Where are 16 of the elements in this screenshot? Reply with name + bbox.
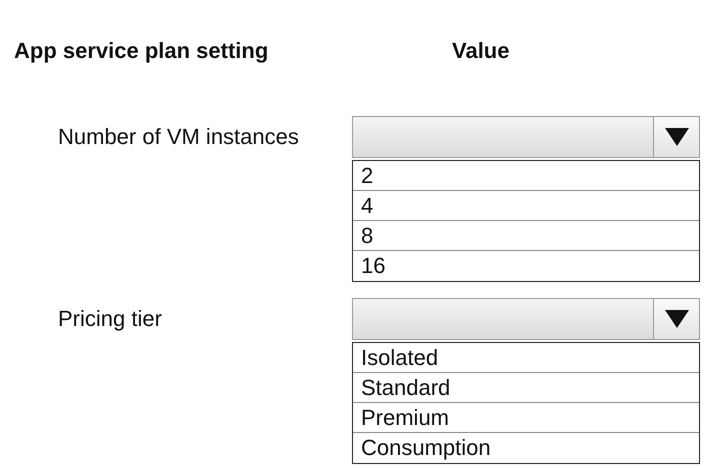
- setting-label: Pricing tier: [57, 305, 163, 333]
- setting-label: Number of VM instances: [57, 123, 300, 151]
- dropdown-option[interactable]: Isolated: [353, 343, 699, 373]
- caret-icon: [664, 128, 688, 146]
- dropdown-option[interactable]: Consumption: [353, 433, 699, 463]
- dropdown-button[interactable]: [653, 117, 699, 157]
- column-heading: App service plan setting: [14, 37, 270, 65]
- dropdown-button[interactable]: [653, 299, 699, 339]
- dropdown-option[interactable]: Standard: [353, 373, 699, 403]
- dropdown-option[interactable]: 2: [353, 161, 699, 191]
- dropdown-option[interactable]: 4: [353, 191, 699, 221]
- dropdown-option[interactable]: 16: [353, 251, 699, 281]
- column-heading: Value: [452, 37, 510, 65]
- dropdown-option[interactable]: Premium: [353, 403, 699, 433]
- dropdown-option[interactable]: 8: [353, 221, 699, 251]
- caret-icon: [664, 310, 688, 328]
